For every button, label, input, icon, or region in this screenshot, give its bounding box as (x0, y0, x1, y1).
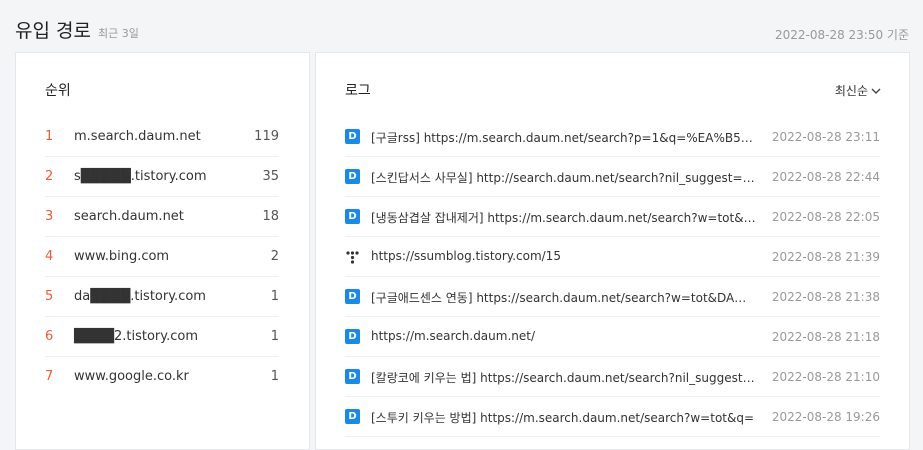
rank-number: 3 (45, 209, 54, 224)
ranking-row[interactable]: 6 ████2.tistory.com 1 (45, 317, 279, 357)
tistory-icon (346, 251, 359, 264)
ranking-panel: 순위 1 m.search.daum.net 119 2 s█████.tist… (15, 52, 310, 450)
log-url-link[interactable]: https://m.search.daum.net/ (371, 329, 756, 343)
visit-count: 1 (270, 369, 279, 384)
ranking-row[interactable]: 1 m.search.daum.net 119 (45, 117, 279, 157)
rank-number: 6 (45, 329, 54, 344)
daum-icon: D (345, 289, 360, 304)
chevron-down-icon (871, 88, 881, 94)
log-timestamp: 2022-08-28 21:39 (771, 250, 880, 264)
log-timestamp: 2022-08-28 22:44 (771, 170, 880, 184)
log-timestamp: 2022-08-28 21:38 (771, 290, 880, 304)
referrer-site[interactable]: www.bing.com (74, 249, 169, 264)
referrer-site[interactable]: m.search.daum.net (74, 129, 201, 144)
log-row: D https://m.search.daum.net/ 2022-08-28 … (345, 317, 880, 357)
log-url-link[interactable]: [스킨답서스 사무실] http://search.daum.net/searc… (371, 169, 756, 186)
ranking-row[interactable]: 2 s█████.tistory.com 35 (45, 157, 279, 197)
log-list: D [구글rss] https://m.search.daum.net/sear… (345, 117, 880, 437)
log-timestamp: 2022-08-28 21:18 (771, 330, 880, 344)
log-url-link[interactable]: [구글rss] https://m.search.daum.net/search… (371, 129, 756, 146)
log-url-link[interactable]: [냉동삼겹살 잡내제거] https://m.search.daum.net/s… (371, 209, 756, 226)
ranking-list: 1 m.search.daum.net 119 2 s█████.tistory… (45, 117, 279, 396)
log-url-link[interactable]: https://ssumblog.tistory.com/15 (371, 249, 756, 263)
log-row: https://ssumblog.tistory.com/15 2022-08-… (345, 237, 880, 277)
daum-icon: D (345, 209, 360, 224)
ranking-row[interactable]: 5 da████.tistory.com 1 (45, 277, 279, 317)
visit-count: 1 (270, 289, 279, 304)
log-url-link[interactable]: [칼랑코에 키우는 법] https://search.daum.net/sea… (371, 369, 756, 386)
visit-count: 1 (270, 329, 279, 344)
log-row: D [스투키 키우는 방법] https://m.search.daum.net… (345, 397, 880, 437)
referrer-site[interactable]: s█████.tistory.com (74, 169, 207, 184)
sort-dropdown[interactable]: 최신순 (835, 82, 881, 99)
page-title: 유입 경로 (15, 20, 91, 42)
log-row: D [냉동삼겹살 잡내제거] https://m.search.daum.net… (345, 197, 880, 237)
log-timestamp: 2022-08-28 23:11 (771, 130, 880, 144)
sort-label: 최신순 (834, 84, 868, 98)
visit-count: 35 (262, 169, 279, 184)
referrer-site[interactable]: ████2.tistory.com (74, 329, 198, 344)
log-url-link[interactable]: [스투키 키우는 방법] https://m.search.daum.net/s… (371, 409, 756, 426)
log-title: 로그 (345, 83, 371, 99)
log-timestamp: 2022-08-28 21:10 (771, 370, 880, 384)
rank-number: 7 (45, 369, 54, 384)
daum-icon: D (345, 409, 360, 424)
daum-icon: D (345, 129, 360, 144)
rank-number: 1 (45, 129, 54, 144)
ranking-row[interactable]: 4 www.bing.com 2 (45, 237, 279, 277)
visit-count: 18 (262, 209, 279, 224)
rank-number: 4 (45, 249, 54, 264)
ranking-row[interactable]: 7 www.google.co.kr 1 (45, 357, 279, 396)
period-label: 최근 3일 (98, 27, 139, 40)
log-row: D [구글rss] https://m.search.daum.net/sear… (345, 117, 880, 157)
log-timestamp: 2022-08-28 19:26 (771, 410, 880, 424)
referrer-site[interactable]: www.google.co.kr (74, 369, 189, 384)
rank-number: 5 (45, 289, 54, 304)
ranking-title: 순위 (45, 83, 71, 99)
page-header: 유입 경로 최근 3일 2022-08-28 23:50 기준 (15, 16, 911, 44)
log-url-link[interactable]: [구글애드센스 연동] https://search.daum.net/sear… (371, 289, 756, 306)
log-timestamp: 2022-08-28 22:05 (771, 210, 880, 224)
visit-count: 119 (254, 129, 279, 144)
daum-icon: D (345, 169, 360, 184)
referrer-site[interactable]: search.daum.net (74, 209, 184, 224)
daum-icon: D (345, 329, 360, 344)
ranking-row[interactable]: 3 search.daum.net 18 (45, 197, 279, 237)
log-row: D [스킨답서스 사무실] http://search.daum.net/sea… (345, 157, 880, 197)
referrer-site[interactable]: da████.tistory.com (74, 289, 206, 304)
daum-icon: D (345, 369, 360, 384)
rank-number: 2 (45, 169, 54, 184)
basis-timestamp: 2022-08-28 23:50 기준 (774, 28, 909, 42)
log-row: D [구글애드센스 연동] https://search.daum.net/se… (345, 277, 880, 317)
visit-count: 2 (270, 249, 279, 264)
log-panel: 로그 최신순 D [구글rss] https://m.search.daum.n… (315, 52, 910, 450)
log-row: D [칼랑코에 키우는 법] https://search.daum.net/s… (345, 357, 880, 397)
